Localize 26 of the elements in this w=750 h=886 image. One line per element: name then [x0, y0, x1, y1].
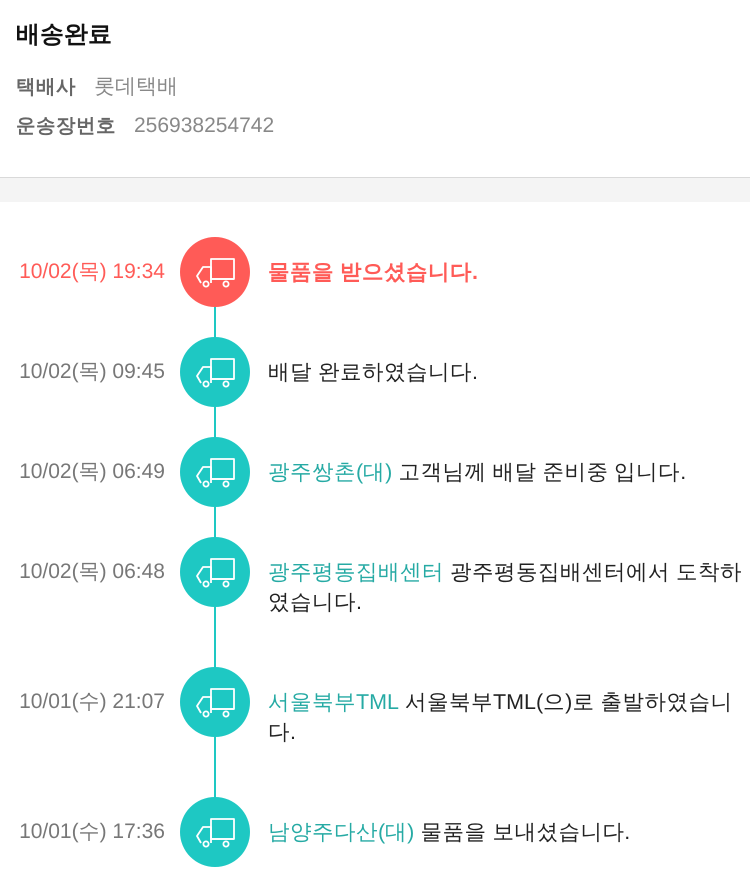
field-value: 롯데택배	[94, 74, 178, 100]
event-message: 서울북부TML 서울북부TML(으)로 출발하였습니다.	[268, 689, 734, 746]
timeline-connector	[214, 507, 216, 537]
event-time: 10/01(수) 21:07	[19, 689, 165, 715]
location-link[interactable]: 광주평동집배센터	[268, 560, 444, 584]
timeline-connector	[214, 407, 216, 437]
location-link[interactable]: 광주쌍촌(대)	[268, 460, 392, 484]
location-link[interactable]: 서울북부TML	[268, 690, 399, 714]
event-time: 10/02(목) 06:49	[19, 459, 165, 485]
field-label: 택배사	[16, 75, 76, 100]
timeline-connector	[214, 307, 216, 337]
event-time: 10/01(수) 17:36	[19, 819, 165, 845]
location-link[interactable]: 남양주다산(대)	[268, 820, 414, 844]
event-message: 광주쌍촌(대) 고객님께 배달 준비중 입니다.	[268, 459, 688, 486]
event-message: 남양주다산(대) 물품을 보내셨습니다.	[268, 819, 632, 846]
page-title: 배송완료	[16, 20, 113, 50]
event-time: 10/02(목) 09:45	[19, 359, 165, 385]
event-message: 광주평동집배센터 광주평동집배센터에서 도착하였습니다.	[268, 559, 743, 616]
event-message: 물품을 받으셨습니다.	[268, 259, 479, 286]
event-message: 배달 완료하였습니다.	[268, 359, 479, 386]
field-value: 256938254742	[134, 113, 274, 139]
timeline-connector	[214, 607, 216, 667]
event-time: 10/02(목) 06:48	[19, 559, 165, 585]
timeline-connector	[214, 737, 216, 797]
field-label: 운송장번호	[16, 114, 116, 139]
event-time: 10/02(목) 19:34	[19, 259, 165, 285]
